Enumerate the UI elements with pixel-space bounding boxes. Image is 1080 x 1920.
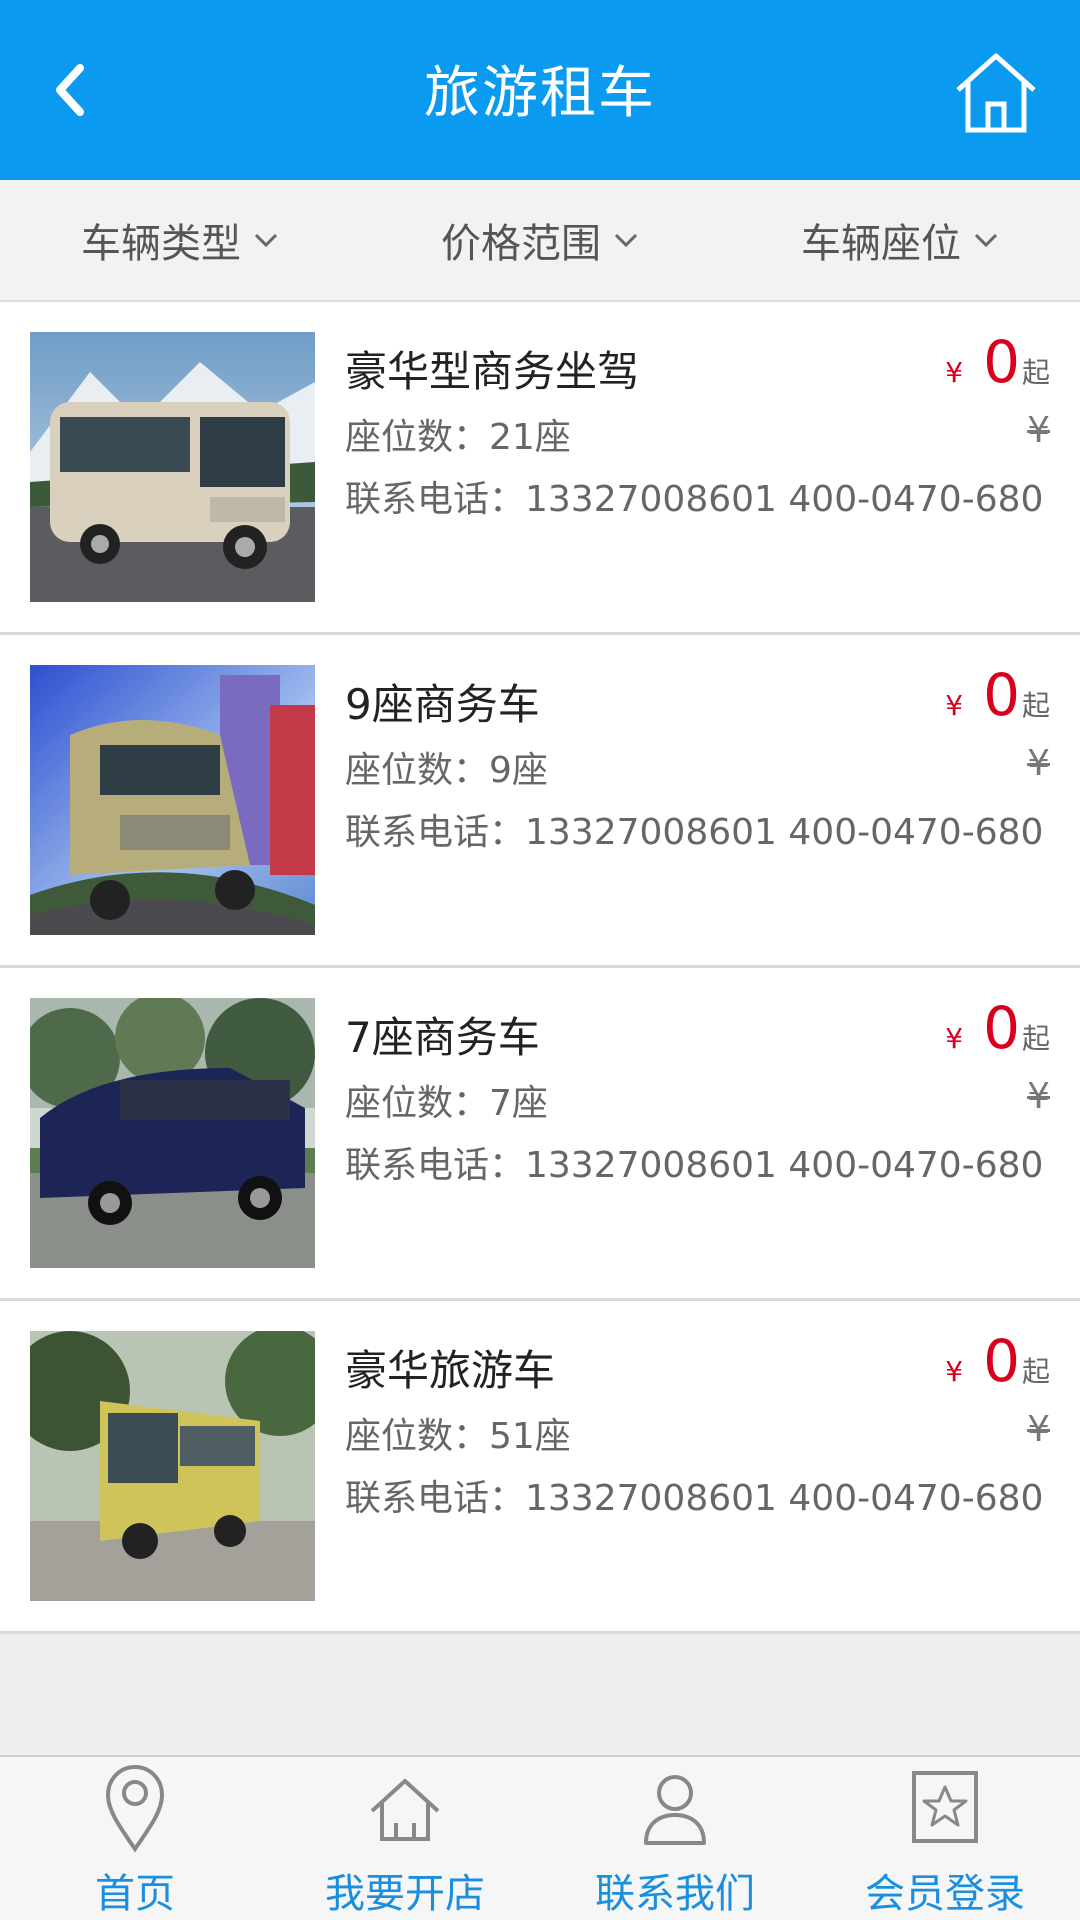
original-price: ¥ [1027, 743, 1050, 784]
price-amount: 0 [983, 661, 1020, 729]
filter-seats[interactable]: 车辆座位 [720, 180, 1080, 300]
price: ¥ 0 起 [945, 328, 1050, 396]
chevron-down-icon [254, 233, 278, 248]
price-suffix: 起 [1021, 1355, 1050, 1388]
currency-symbol: ¥ [945, 1355, 964, 1388]
nav-label: 联系我们 [595, 1871, 755, 1917]
vehicle-photo [30, 998, 315, 1268]
nav-label: 会员登录 [865, 1871, 1025, 1917]
price-suffix: 起 [1021, 689, 1050, 722]
filter-label: 车辆类型 [81, 221, 241, 267]
price-suffix: 起 [1021, 1022, 1050, 1055]
vehicle-list: 豪华型商务坐驾 座位数：21座 联系电话：13327008601 400-047… [0, 302, 1080, 1634]
price-suffix: 起 [1021, 356, 1050, 389]
chevron-down-icon [974, 233, 998, 248]
header-bar: 旅游租车 [0, 0, 1080, 180]
bottom-nav: 首页 我要开店 联系我们 会员登录 [0, 1755, 1080, 1920]
original-price: ¥ [1027, 1076, 1050, 1117]
vehicle-name: 豪华旅游车 [345, 1346, 556, 1395]
vehicle-seats: 座位数：9座 [345, 750, 548, 791]
original-price: ¥ [1027, 410, 1050, 451]
nav-open-store[interactable]: 我要开店 [270, 1757, 540, 1920]
chevron-down-icon [614, 233, 638, 248]
vehicle-photo [30, 665, 315, 935]
page-title: 旅游租车 [424, 61, 656, 126]
filter-label: 价格范围 [441, 221, 601, 267]
app-root: 旅游租车 车辆类型 价格范围 车辆座位 豪华型商务坐驾 座位数：21座 联系电话… [0, 0, 1080, 1920]
price-amount: 0 [983, 1327, 1020, 1395]
filter-label: 车辆座位 [801, 221, 961, 267]
currency-symbol: ¥ [945, 356, 964, 389]
contact-phone: 联系电话：13327008601 400-0470-680 [345, 812, 1044, 853]
list-item[interactable]: 豪华旅游车 座位数：51座 联系电话：13327008601 400-0470-… [0, 1301, 1080, 1634]
price: ¥ 0 起 [945, 994, 1050, 1062]
contact-phone: 联系电话：13327008601 400-0470-680 [345, 479, 1044, 520]
list-item[interactable]: 9座商务车 座位数：9座 联系电话：13327008601 400-0470-6… [0, 635, 1080, 968]
vehicle-photo [30, 332, 315, 602]
price-amount: 0 [983, 994, 1020, 1062]
list-item[interactable]: 豪华型商务坐驾 座位数：21座 联系电话：13327008601 400-047… [0, 302, 1080, 635]
vehicle-seats: 座位数：51座 [345, 1416, 571, 1457]
filter-bar: 车辆类型 价格范围 车辆座位 [0, 180, 1080, 302]
nav-member-login[interactable]: 会员登录 [810, 1757, 1080, 1920]
user-icon [644, 1775, 706, 1845]
price: ¥ 0 起 [945, 1327, 1050, 1395]
contact-phone: 联系电话：13327008601 400-0470-680 [345, 1478, 1044, 1519]
price-amount: 0 [983, 328, 1020, 396]
original-price: ¥ [1027, 1409, 1050, 1450]
list-item[interactable]: 7座商务车 座位数：7座 联系电话：13327008601 400-0470-6… [0, 968, 1080, 1301]
filter-vehicle-type[interactable]: 车辆类型 [0, 180, 360, 300]
home-button[interactable] [952, 48, 1040, 136]
nav-contact[interactable]: 联系我们 [540, 1757, 810, 1920]
contact-phone: 联系电话：13327008601 400-0470-680 [345, 1145, 1044, 1186]
currency-symbol: ¥ [945, 1022, 964, 1055]
home-icon [370, 1779, 440, 1841]
price: ¥ 0 起 [945, 661, 1050, 729]
home-icon [956, 53, 1036, 133]
star-icon [912, 1771, 978, 1843]
vehicle-name: 9座商务车 [345, 680, 540, 729]
filter-price-range[interactable]: 价格范围 [360, 180, 720, 300]
vehicle-photo [30, 1331, 315, 1601]
nav-label: 首页 [95, 1871, 175, 1917]
currency-symbol: ¥ [945, 689, 964, 722]
nav-label: 我要开店 [325, 1871, 485, 1917]
map-pin-icon [105, 1764, 165, 1853]
nav-home[interactable]: 首页 [0, 1757, 270, 1920]
vehicle-name: 豪华型商务坐驾 [345, 347, 640, 396]
vehicle-seats: 座位数：7座 [345, 1083, 548, 1124]
vehicle-seats: 座位数：21座 [345, 417, 571, 458]
vehicle-name: 7座商务车 [345, 1013, 540, 1062]
